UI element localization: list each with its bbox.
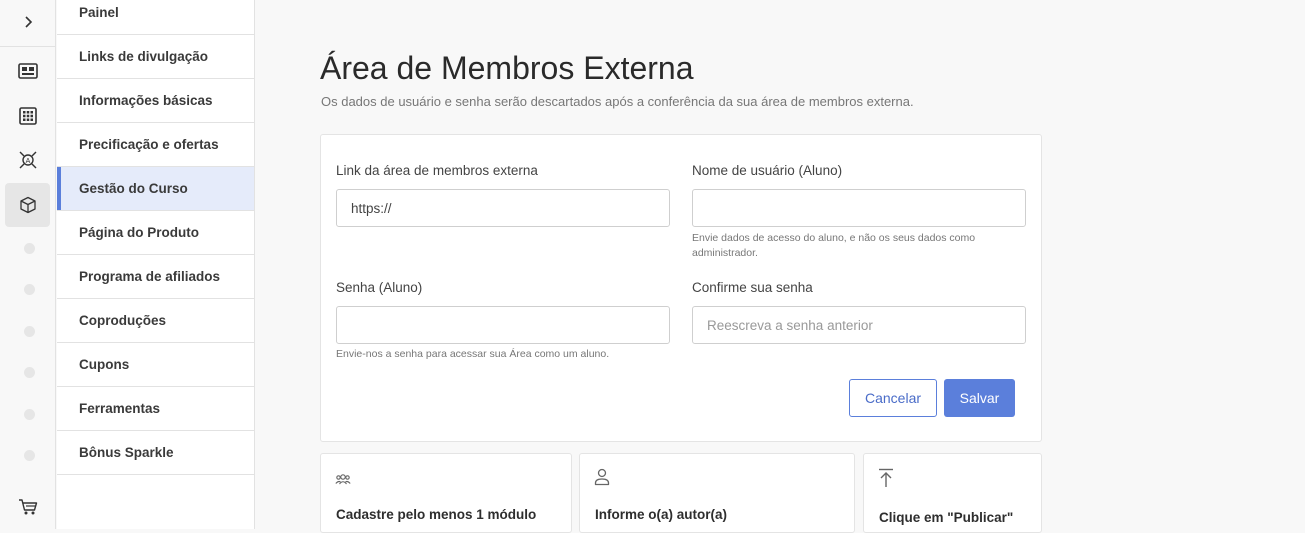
username-input[interactable]	[692, 189, 1026, 227]
step-card-publish: Clique em "Publicar"	[863, 453, 1042, 533]
menu-item-painel[interactable]: Painel	[57, 0, 254, 35]
menu-item-label: Links de divulgação	[79, 49, 209, 64]
link-label: Link da área de membros externa	[336, 163, 538, 178]
menu-item-label: Bônus Sparkle	[79, 445, 174, 460]
page-title: Área de Membros Externa	[320, 50, 694, 86]
rail-placeholder-dot	[24, 367, 35, 378]
confirm-password-label: Confirme sua senha	[692, 280, 813, 295]
menu-item-label: Coproduções	[79, 313, 167, 328]
menu-item-cupons[interactable]: Cupons	[57, 343, 254, 387]
menu-item-label: Precificação e ofertas	[79, 137, 219, 152]
menu-item-label: Gestão do Curso	[79, 181, 188, 196]
dashboard-icon[interactable]	[5, 49, 50, 93]
step-label: Cadastre pelo menos 1 módulo	[336, 507, 537, 522]
grid-icon[interactable]	[5, 94, 50, 138]
menu-item-label: Informações básicas	[79, 93, 213, 108]
step-card-author: Informe o(a) autor(a)	[579, 453, 855, 533]
icon-rail: A	[0, 0, 56, 529]
menu-item-informacoes-basicas[interactable]: Informações básicas	[57, 79, 254, 123]
step-label: Informe o(a) autor(a)	[595, 507, 728, 522]
cancel-button[interactable]: Cancelar	[849, 379, 937, 417]
menu-item-ferramentas[interactable]: Ferramentas	[57, 387, 254, 431]
rail-placeholder-dot	[24, 243, 35, 254]
username-hint: Envie dados de acesso do aluno, e não os…	[692, 232, 976, 259]
link-input[interactable]: https://	[336, 189, 670, 227]
upload-icon	[878, 468, 894, 493]
rail-placeholder-dot	[24, 409, 35, 420]
password-input[interactable]	[336, 306, 670, 344]
page-subtitle: Os dados de usuário e senha serão descar…	[321, 94, 914, 109]
rail-placeholder-dot	[24, 284, 35, 295]
step-label: Clique em "Publicar"	[879, 510, 1014, 525]
password-label: Senha (Aluno)	[336, 280, 423, 295]
menu-item-precificacao[interactable]: Precificação e ofertas	[57, 123, 254, 167]
username-label: Nome de usuário (Aluno)	[692, 163, 843, 178]
product-menu: Painel Links de divulgação Informações b…	[57, 0, 255, 529]
menu-item-label: Página do Produto	[79, 225, 199, 240]
menu-item-coproducoes[interactable]: Coproduções	[57, 299, 254, 343]
menu-item-gestao-curso[interactable]: Gestão do Curso	[57, 167, 254, 211]
password-hint: Envie-nos a senha para acessar sua Área …	[336, 348, 610, 360]
menu-item-afiliados[interactable]: Programa de afiliados	[57, 255, 254, 299]
menu-item-links-divulgacao[interactable]: Links de divulgação	[57, 35, 254, 79]
user-icon	[594, 468, 610, 491]
box-icon[interactable]	[5, 183, 50, 227]
menu-item-label: Ferramentas	[79, 401, 161, 416]
menu-item-bonus-sparkle[interactable]: Bônus Sparkle	[57, 431, 254, 475]
chevron-right-icon[interactable]	[5, 0, 50, 44]
menu-item-pagina-produto[interactable]: Página do Produto	[57, 211, 254, 255]
cart-icon[interactable]	[5, 485, 50, 529]
users-icon	[335, 472, 351, 490]
save-button[interactable]: Salvar	[944, 379, 1015, 417]
rail-divider	[0, 46, 56, 47]
step-card-modules: Cadastre pelo menos 1 módulo	[320, 453, 572, 533]
menu-item-label: Cupons	[79, 357, 130, 372]
rail-placeholder-dot	[24, 450, 35, 461]
svg-text:A: A	[25, 158, 30, 165]
menu-item-label: Programa de afiliados	[79, 269, 221, 284]
confirm-password-input[interactable]: Reescreva a senha anterior	[692, 306, 1026, 344]
rail-placeholder-dot	[24, 326, 35, 337]
external-members-form: Link da área de membros externa https://…	[320, 134, 1042, 442]
network-icon[interactable]: A	[5, 138, 50, 182]
menu-item-label: Painel	[79, 5, 119, 20]
